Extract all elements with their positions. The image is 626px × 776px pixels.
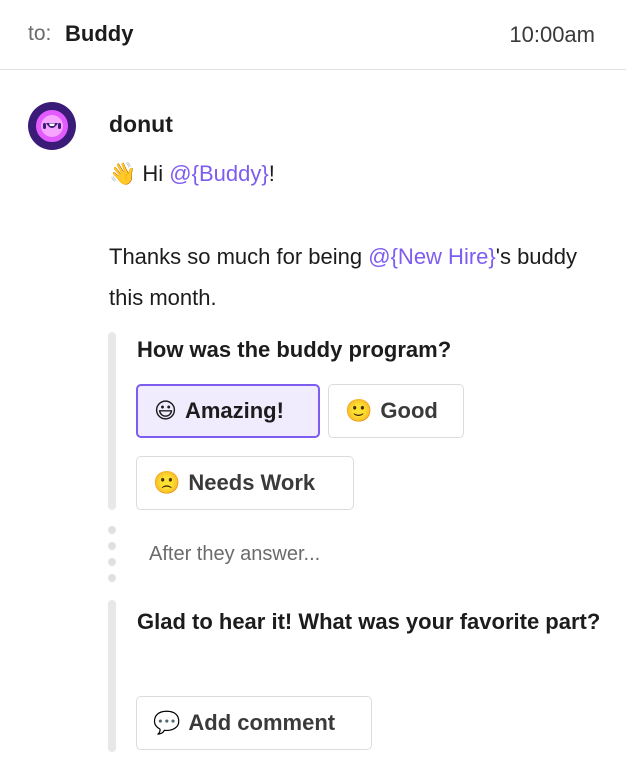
add-comment-label: Add comment <box>188 710 336 735</box>
timeline-dot <box>108 558 116 566</box>
message-body: Thanks so much for being @{New Hire}'s b… <box>109 236 589 318</box>
attachment-bar <box>108 332 116 510</box>
grinning-face-icon: 😃 <box>154 398 177 423</box>
to-label: to: <box>28 22 52 45</box>
greeting-suffix: ! <box>268 161 275 186</box>
timeline-dot <box>108 526 116 534</box>
survey-question: How was the buddy program? <box>137 337 452 362</box>
followup-question: Glad to hear it! What was your favorite … <box>137 609 601 634</box>
attachment-bar <box>108 600 116 752</box>
needs-work-label: Needs Work <box>188 470 316 495</box>
slightly-smiling-face-icon: 🙂 <box>345 398 373 423</box>
amazing-button[interactable]: 😃 Amazing! <box>136 384 320 438</box>
bot-avatar[interactable] <box>28 102 76 150</box>
good-button[interactable]: 🙂 Good <box>328 384 464 438</box>
amazing-label: Amazing! <box>184 398 284 423</box>
conversation-header: to: Buddy 10:00am <box>0 0 626 70</box>
good-label: Good <box>380 398 438 423</box>
timestamp: 10:00am <box>509 22 595 47</box>
speech-bubble-icon: 💬 <box>153 710 181 735</box>
timeline-dot <box>108 574 116 582</box>
body-before: Thanks so much for being <box>109 244 369 269</box>
donut-face-icon <box>34 108 70 144</box>
frowning-face-icon: 🙁 <box>153 470 181 495</box>
buddy-mention[interactable]: @{Buddy} <box>169 159 268 189</box>
recipient-name[interactable]: Buddy <box>65 21 133 47</box>
add-comment-button[interactable]: 💬 Add comment <box>136 696 372 750</box>
greeting-prefix: Hi <box>142 161 170 186</box>
greeting-line: 👋 Hi @{Buddy} ! <box>109 159 275 189</box>
sender-name[interactable]: donut <box>109 111 173 138</box>
timeline-dot <box>108 542 116 550</box>
new-hire-mention[interactable]: @{New Hire} <box>368 244 496 269</box>
waving-hand-icon: 👋 <box>109 161 137 186</box>
after-answer-note: After they answer... <box>149 543 321 565</box>
needs-work-button[interactable]: 🙁 Needs Work <box>136 456 354 510</box>
